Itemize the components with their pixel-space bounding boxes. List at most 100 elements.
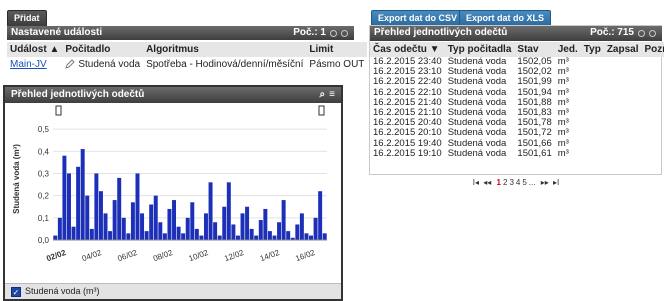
chart-bar[interactable] (226, 182, 231, 240)
chart-bar[interactable] (89, 228, 94, 240)
chart-bar[interactable] (277, 222, 282, 240)
chart-bar[interactable] (80, 149, 85, 240)
col-note[interactable]: Pozn. (641, 42, 664, 57)
table-row[interactable]: 16.2.2015 19:10 Studená voda 1501,61 m³ (370, 148, 664, 159)
chart-bar[interactable] (130, 202, 135, 240)
chart-bar[interactable] (149, 204, 154, 240)
chart-bar[interactable] (249, 228, 254, 240)
chart-bar[interactable] (167, 208, 172, 240)
pager-page[interactable]: 1 (497, 178, 501, 187)
chart-bar[interactable] (108, 231, 113, 240)
pager-page[interactable]: 5 (522, 178, 526, 187)
chart-bar[interactable] (254, 235, 259, 240)
refresh-icon[interactable] (330, 29, 337, 37)
pager-page[interactable]: 4 (516, 178, 520, 187)
chart-bar[interactable] (208, 182, 213, 240)
chart-bar[interactable] (121, 217, 126, 240)
chart-bar[interactable] (240, 213, 245, 240)
chart-bar[interactable] (309, 235, 313, 240)
col-value[interactable]: Stav (514, 42, 555, 57)
readings-chart[interactable]: 0,0 0,1 0,2 0,3 0,4 0,5 Studená voda (m³) 02/02… (5, 104, 341, 286)
chart-bar[interactable] (194, 228, 199, 240)
chart-bar[interactable] (62, 155, 67, 240)
chart-bar[interactable] (199, 235, 204, 240)
chart-bar[interactable] (313, 217, 318, 240)
col-event[interactable]: Událost ▲ (7, 42, 63, 57)
col-kind[interactable]: Typ (580, 42, 604, 57)
col-type[interactable]: Typ počitadla (444, 42, 515, 57)
table-row[interactable]: 16.2.2015 20:10 Studená voda 1501,72 m³ (370, 128, 664, 138)
table-row[interactable]: Main-JV Studená voda Spotřeba - Hodinová… (7, 57, 367, 72)
event-link[interactable]: Main-JV (7, 57, 62, 72)
chart-bar[interactable] (126, 233, 131, 240)
add-button[interactable]: Přidat (7, 10, 47, 27)
chart-bar[interactable] (258, 220, 263, 240)
chart-bar[interactable] (153, 195, 158, 240)
col-algorithm[interactable]: Algoritmus (143, 42, 307, 57)
chart-bar[interactable] (322, 233, 327, 240)
chart-bar[interactable] (112, 200, 117, 240)
range-handle-left[interactable] (55, 105, 62, 116)
chart-bar[interactable] (76, 166, 81, 240)
chart-bar[interactable] (217, 235, 222, 240)
chart-bar[interactable] (295, 224, 300, 240)
chart-bar[interactable] (299, 213, 304, 240)
chart-bar[interactable] (222, 206, 227, 240)
chart-bar[interactable] (304, 233, 309, 240)
chart-bar[interactable] (98, 191, 103, 240)
col-unit[interactable]: Jed. (554, 42, 581, 57)
refresh-icon[interactable] (638, 29, 645, 37)
chart-bar[interactable] (67, 173, 71, 240)
pager-page[interactable]: 2 (503, 178, 507, 187)
pager-page[interactable]: ... (529, 178, 536, 187)
pager-next[interactable]: ▸▸ (541, 178, 549, 187)
chart-bar[interactable] (185, 217, 190, 240)
reading-empty-cell (604, 149, 642, 159)
chart-bar[interactable] (272, 235, 277, 240)
pager-first[interactable]: I◂ (473, 178, 479, 187)
chart-bar[interactable] (231, 224, 236, 240)
settings-icon[interactable] (649, 29, 656, 37)
chart-bar[interactable] (85, 195, 90, 240)
chart-bar[interactable] (117, 177, 122, 240)
chart-bar[interactable] (204, 213, 208, 240)
menu-icon[interactable]: ≡ (329, 87, 335, 103)
col-limit[interactable]: Limit (306, 42, 368, 57)
chart-bar[interactable] (144, 231, 149, 240)
chart-bar[interactable] (172, 200, 176, 240)
chart-bar[interactable] (158, 222, 163, 240)
chart-bar[interactable] (135, 173, 140, 240)
chart-bar[interactable] (71, 226, 76, 240)
chart-bar[interactable] (140, 213, 145, 240)
chart-bar[interactable] (245, 206, 250, 240)
reading-empty-cell (642, 108, 664, 118)
events-table: Událost ▲ Počitadlo Algoritmus Limit Mai… (7, 42, 368, 72)
chart-bar[interactable] (263, 208, 268, 240)
chart-bar[interactable] (162, 233, 167, 240)
pager-prev[interactable]: ◂◂ (483, 178, 491, 187)
chart-bar[interactable] (103, 213, 108, 240)
settings-icon[interactable] (341, 29, 348, 37)
legend-checkbox[interactable]: ✓ (11, 286, 21, 297)
zoom-icon[interactable]: ⌕ (320, 87, 326, 103)
chart-bar[interactable] (286, 231, 291, 240)
chart-bar[interactable] (213, 222, 218, 240)
chart-bar[interactable] (235, 235, 240, 240)
chart-bar[interactable] (181, 233, 186, 240)
chart-bar[interactable] (281, 200, 286, 240)
col-author[interactable]: Zapsal (603, 42, 642, 57)
chart-bar[interactable] (176, 226, 181, 240)
col-counter[interactable]: Počitadlo (62, 42, 144, 57)
pager-last[interactable]: ▸I (553, 178, 559, 187)
chart-bar[interactable] (318, 191, 323, 240)
chart-bar[interactable] (57, 217, 62, 240)
reading-time: 16.2.2015 20:10 (373, 127, 442, 139)
chart-bar[interactable] (94, 173, 99, 240)
chart-bar[interactable] (190, 202, 195, 240)
edit-pencil-icon[interactable] (65, 59, 76, 70)
col-time[interactable]: Čas odečtu ▼ (370, 42, 445, 57)
pager-page[interactable]: 3 (509, 178, 513, 187)
range-handle-right[interactable] (318, 105, 325, 116)
chart-bar[interactable] (267, 231, 272, 240)
chart-bar[interactable] (53, 235, 58, 240)
